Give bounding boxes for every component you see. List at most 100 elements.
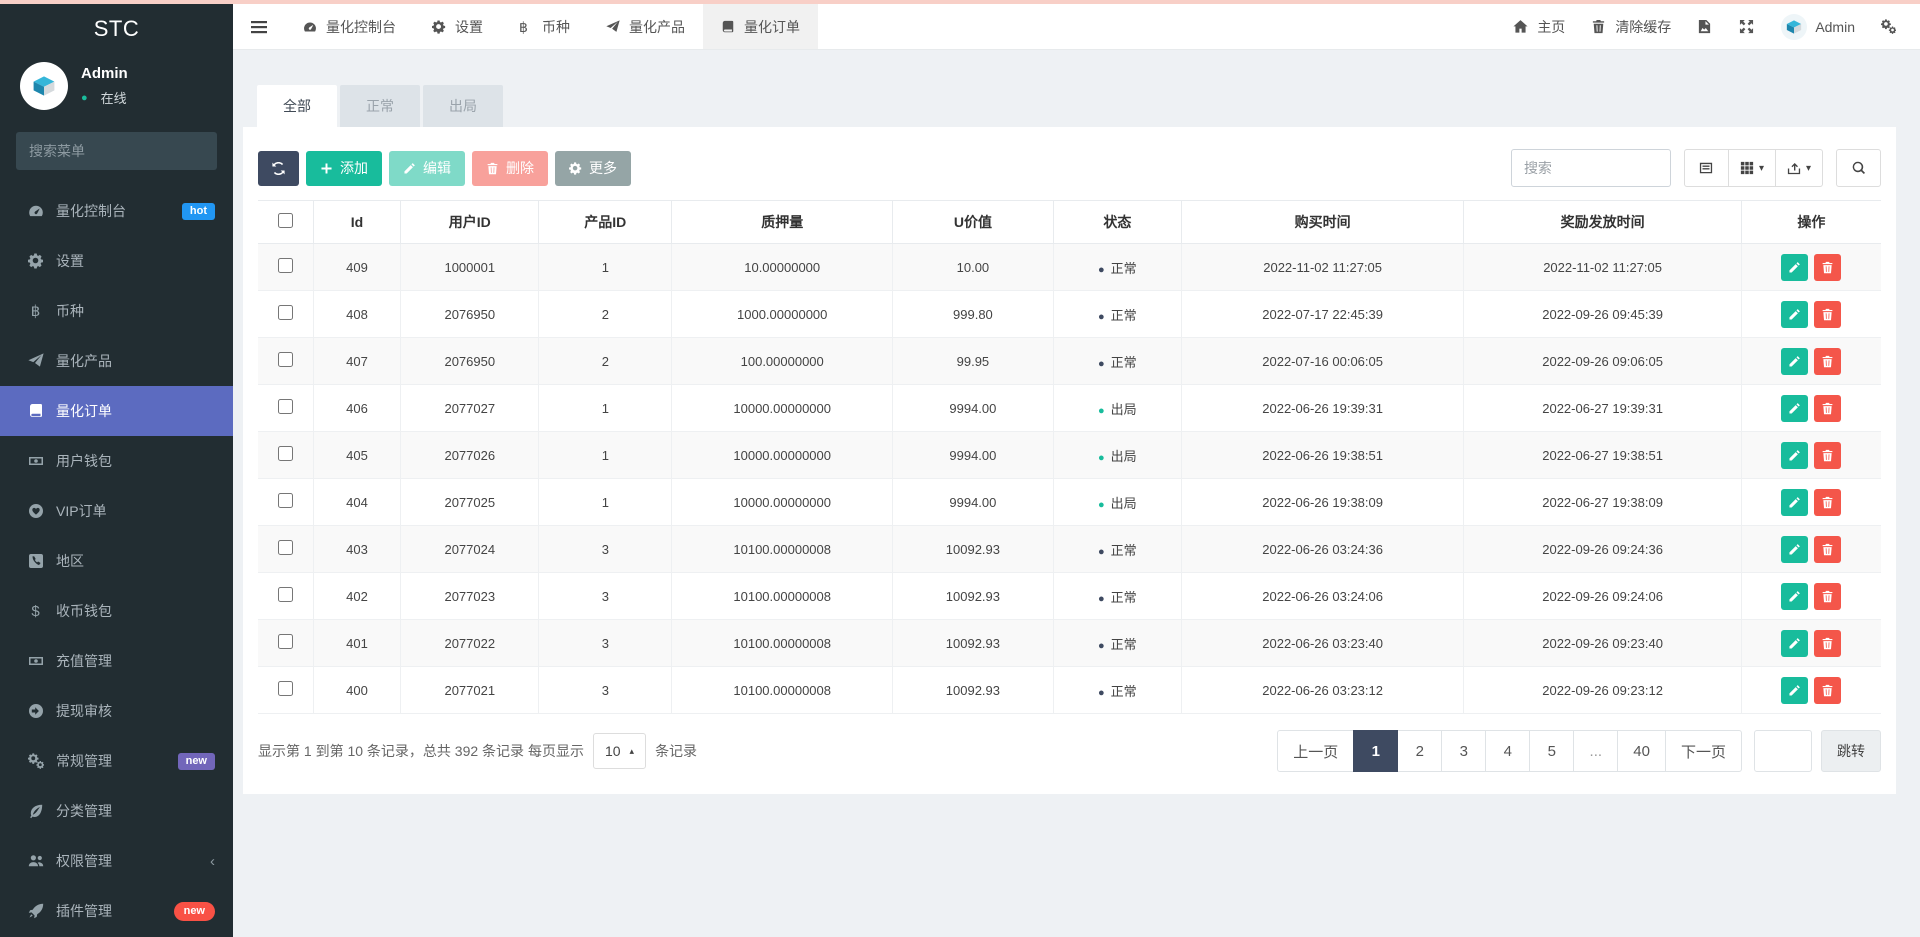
delete-button[interactable]: 删除 — [472, 150, 548, 186]
column-header: 购买时间 — [1180, 200, 1465, 244]
user-panel: Admin ● 在线 — [0, 54, 233, 122]
sidebar-item-recharge[interactable]: 充值管理 — [0, 636, 233, 686]
row-checkbox[interactable] — [277, 446, 293, 461]
edit-row-button[interactable] — [1781, 535, 1809, 563]
row-checkbox[interactable] — [277, 540, 293, 555]
sidebar-item-label: 设置 — [56, 253, 84, 269]
delete-row-button[interactable] — [1814, 488, 1842, 516]
sidebar-item-addon[interactable]: 插件管理 new — [0, 886, 233, 936]
cell-user-id: 2077023 — [400, 572, 540, 620]
filter-tab-正常[interactable]: 正常 — [340, 85, 420, 127]
add-button[interactable]: 添加 — [306, 150, 382, 186]
row-checkbox[interactable] — [277, 258, 293, 273]
sidebar-item-withdraw[interactable]: 提现审核 — [0, 686, 233, 736]
page-button-上一页[interactable]: 上一页 — [1277, 730, 1355, 772]
delete-row-button[interactable] — [1814, 394, 1842, 422]
edit-row-button[interactable] — [1781, 300, 1809, 328]
page-button-40[interactable]: 40 — [1617, 730, 1666, 772]
jump-page-input[interactable] — [1754, 730, 1812, 772]
page-button-1[interactable]: 1 — [1353, 730, 1399, 772]
sidebar-item-category[interactable]: 分类管理 — [0, 786, 233, 836]
cell-reward-time: 2022-06-27 19:38:09 — [1463, 478, 1742, 526]
delete-row-button[interactable] — [1814, 347, 1842, 375]
topbar-tab-product[interactable]: 量化产品 — [588, 4, 703, 49]
sidebar-item-settings[interactable]: 设置 — [0, 236, 233, 286]
view-button-group: ▾ ▾ — [1683, 149, 1823, 187]
sidebar-item-dashboard[interactable]: 量化控制台 hot — [0, 186, 233, 236]
topbar-tab-dashboard[interactable]: 量化控制台 — [285, 4, 414, 49]
sidebar-item-vip-order[interactable]: VIP订单 — [0, 486, 233, 536]
sidebar-item-currency[interactable]: ฿ 币种 — [0, 286, 233, 336]
edit-row-button[interactable] — [1781, 441, 1809, 469]
sidebar-item-region[interactable]: 地区 — [0, 536, 233, 586]
language-file-button[interactable] — [1684, 4, 1726, 49]
delete-row-button[interactable] — [1814, 629, 1842, 657]
edit-row-button[interactable] — [1781, 676, 1809, 704]
delete-row-button[interactable] — [1814, 582, 1842, 610]
delete-row-button[interactable] — [1814, 676, 1842, 704]
page-button-5[interactable]: 5 — [1529, 730, 1575, 772]
edit-row-button[interactable] — [1781, 347, 1809, 375]
topbar-tab-label: 币种 — [542, 18, 570, 35]
edit-row-button[interactable] — [1781, 629, 1809, 657]
select-all-checkbox[interactable] — [277, 213, 293, 228]
home-button[interactable]: 主页 — [1500, 4, 1578, 49]
table-row: 401 2077022 3 10100.00000008 10092.93 ● 正常 2022… — [258, 619, 1881, 667]
sidebar-item-label: 常规管理 — [56, 753, 112, 769]
row-checkbox[interactable] — [277, 587, 293, 602]
delete-row-button[interactable] — [1814, 535, 1842, 563]
fullscreen-button[interactable] — [1726, 4, 1768, 49]
columns-button[interactable]: ▾ — [1728, 149, 1776, 187]
avatar[interactable] — [20, 62, 68, 110]
refresh-button[interactable] — [258, 150, 299, 186]
page-button-4[interactable]: 4 — [1485, 730, 1531, 772]
row-checkbox[interactable] — [277, 399, 293, 414]
edit-button[interactable]: 编辑 — [389, 150, 465, 186]
hamburger-menu-icon[interactable] — [233, 4, 285, 49]
sidebar-item-user-wallet[interactable]: 用户钱包 — [0, 436, 233, 486]
sidebar-item-general[interactable]: 常规管理 new — [0, 736, 233, 786]
admin-menu[interactable]: Admin — [1768, 4, 1868, 49]
page-button-3[interactable]: 3 — [1441, 730, 1487, 772]
delete-row-button[interactable] — [1814, 253, 1842, 281]
filter-tab-全部[interactable]: 全部 — [257, 85, 337, 127]
settings-gears-button[interactable] — [1868, 4, 1910, 49]
sidebar-badge: new — [173, 901, 215, 921]
edit-row-button[interactable] — [1781, 582, 1809, 610]
page-button-...: ... — [1573, 730, 1619, 772]
sidebar-item-product[interactable]: 量化产品 — [0, 336, 233, 386]
sidebar-item-coin-wallet[interactable]: $ 收币钱包 — [0, 586, 233, 636]
column-header: 奖励发放时间 — [1463, 200, 1742, 244]
sidebar-search-input[interactable] — [29, 143, 210, 159]
topbar-tab-settings[interactable]: 设置 — [414, 4, 501, 49]
row-checkbox[interactable] — [277, 681, 293, 696]
cell-reward-time: 2022-06-27 19:39:31 — [1463, 384, 1742, 432]
page-button-下一页[interactable]: 下一页 — [1664, 730, 1742, 772]
delete-row-button[interactable] — [1814, 300, 1842, 328]
page-button-2[interactable]: 2 — [1397, 730, 1443, 772]
filter-tab-出局[interactable]: 出局 — [423, 85, 503, 127]
sidebar-item-auth[interactable]: 权限管理 ‹ — [0, 836, 233, 886]
row-checkbox[interactable] — [277, 493, 293, 508]
topbar-tab-currency[interactable]: ฿ 币种 — [501, 4, 588, 49]
page-size-select[interactable]: 10 ▴ — [592, 733, 647, 769]
jump-button[interactable]: 跳转 — [1821, 730, 1881, 772]
delete-row-button[interactable] — [1814, 441, 1842, 469]
edit-row-button[interactable] — [1781, 488, 1809, 516]
edit-row-button[interactable] — [1781, 394, 1809, 422]
clear-cache-button[interactable]: 清除缓存 — [1578, 4, 1684, 49]
export-button[interactable]: ▾ — [1775, 149, 1823, 187]
topbar-tab-label: 量化订单 — [744, 18, 800, 35]
sidebar-item-order[interactable]: 量化订单 — [0, 386, 233, 436]
row-checkbox[interactable] — [277, 634, 293, 649]
edit-row-button[interactable] — [1781, 253, 1809, 281]
more-button[interactable]: 更多 — [555, 150, 631, 186]
row-checkbox[interactable] — [277, 352, 293, 367]
cell-pledge: 10100.00000008 — [671, 619, 894, 667]
topbar-tab-order[interactable]: 量化订单 — [703, 4, 818, 49]
cell-select — [258, 431, 314, 479]
search-toggle-button[interactable] — [1836, 149, 1881, 187]
detail-view-button[interactable] — [1683, 149, 1729, 187]
row-checkbox[interactable] — [277, 305, 293, 320]
table-search-input[interactable] — [1510, 149, 1671, 187]
